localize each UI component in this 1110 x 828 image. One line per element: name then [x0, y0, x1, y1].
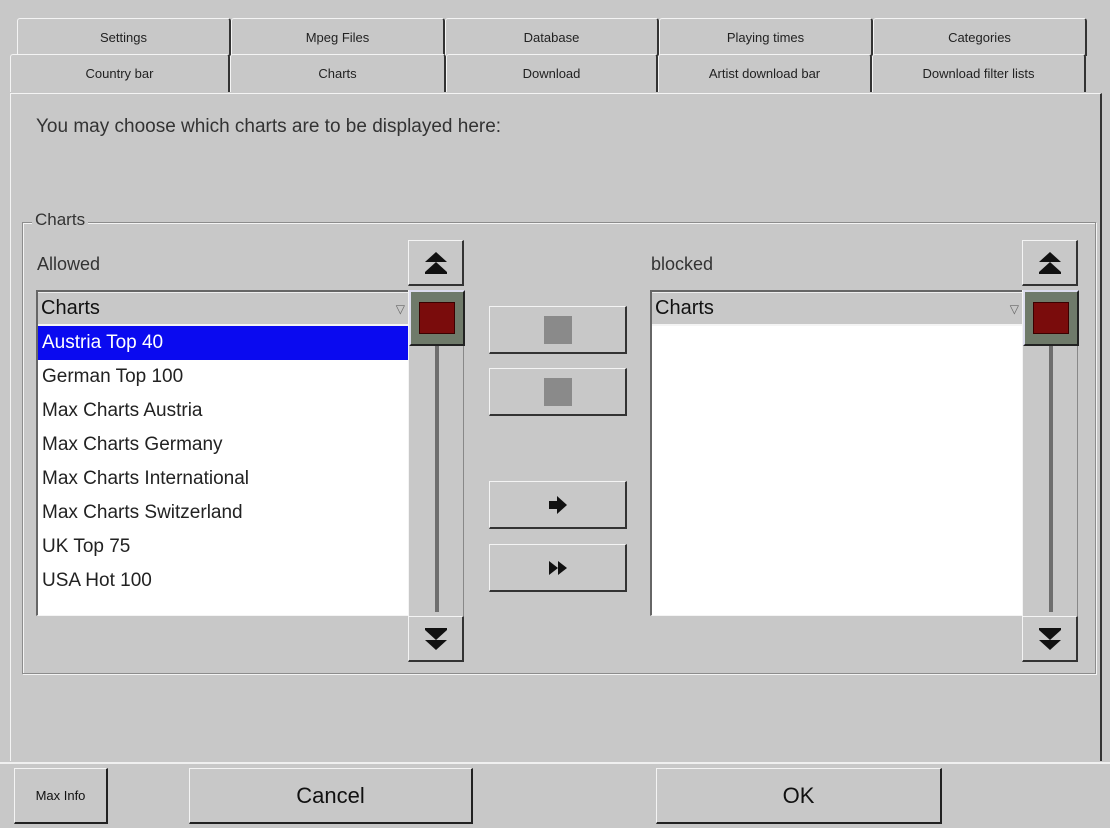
move-all-left-button[interactable]: [489, 368, 627, 416]
tab-download-filter-lists[interactable]: Download filter lists: [872, 54, 1086, 92]
allowed-list-header[interactable]: Charts ▽: [38, 292, 409, 326]
list-item[interactable]: Max Charts Germany: [38, 428, 409, 462]
move-right-button[interactable]: [489, 481, 627, 529]
blocked-scrollbar-thumb[interactable]: [1023, 290, 1079, 346]
blocked-scroll-top-button[interactable]: [1022, 240, 1078, 286]
ok-button[interactable]: OK: [656, 768, 942, 824]
bottom-separator: [0, 762, 1110, 764]
tab-charts[interactable]: Charts: [230, 54, 446, 92]
blocked-list[interactable]: Charts ▽: [650, 290, 1024, 616]
tab-database[interactable]: Database: [445, 18, 659, 56]
allowed-list[interactable]: Charts ▽ Austria Top 40 German Top 100 M…: [36, 290, 410, 616]
blocked-list-header-title: Charts: [655, 297, 714, 319]
tab-categories[interactable]: Categories: [873, 18, 1087, 56]
tab-settings[interactable]: Settings: [17, 18, 231, 56]
allowed-scrollbar-line: [435, 346, 439, 612]
blocked-scrollbar-line: [1049, 346, 1053, 612]
max-info-button[interactable]: Max Info: [14, 768, 108, 824]
tab-download[interactable]: Download: [446, 54, 658, 92]
blocked-scrollbar-track[interactable]: [1022, 290, 1079, 616]
tab-artist-download-bar[interactable]: Artist download bar: [658, 54, 872, 92]
double-up-arrow-icon: [424, 251, 447, 274]
double-down-arrow-icon: [1038, 627, 1061, 650]
double-up-arrow-icon: [1038, 251, 1061, 274]
list-item[interactable]: UK Top 75: [38, 530, 409, 564]
instruction-text: You may choose which charts are to be di…: [36, 116, 502, 137]
double-right-arrow-icon: [548, 560, 567, 575]
move-all-right-button[interactable]: [489, 544, 627, 592]
cancel-button[interactable]: Cancel: [189, 768, 473, 824]
double-down-arrow-icon: [424, 627, 447, 650]
move-left-button[interactable]: [489, 306, 627, 354]
list-item[interactable]: Max Charts Austria: [38, 394, 409, 428]
allowed-scrollbar-thumb[interactable]: [409, 290, 465, 346]
tab-mpeg-files[interactable]: Mpeg Files: [231, 18, 445, 56]
blocked-label: blocked: [651, 254, 714, 274]
list-item[interactable]: Austria Top 40: [38, 326, 409, 360]
tab-country-bar[interactable]: Country bar: [10, 54, 230, 92]
charts-group-title: Charts: [32, 210, 89, 230]
disabled-square-icon: [543, 315, 572, 344]
allowed-scroll-top-button[interactable]: [408, 240, 464, 286]
blocked-list-header[interactable]: Charts ▽: [652, 292, 1023, 326]
list-item[interactable]: USA Hot 100: [38, 564, 409, 598]
tab-playing-times[interactable]: Playing times: [659, 18, 873, 56]
list-item[interactable]: Max Charts International: [38, 462, 409, 496]
triangle-down-icon: ▽: [1009, 301, 1019, 316]
allowed-scrollbar-track[interactable]: [408, 290, 465, 616]
list-item[interactable]: Max Charts Switzerland: [38, 496, 409, 530]
right-arrow-icon: [548, 495, 567, 514]
disabled-square-icon: [543, 377, 572, 406]
triangle-down-icon: ▽: [395, 301, 405, 316]
allowed-scroll-bottom-button[interactable]: [408, 616, 464, 662]
allowed-label: Allowed: [37, 254, 101, 274]
list-item[interactable]: German Top 100: [38, 360, 409, 394]
blocked-scroll-bottom-button[interactable]: [1022, 616, 1078, 662]
allowed-list-header-title: Charts: [41, 297, 100, 319]
